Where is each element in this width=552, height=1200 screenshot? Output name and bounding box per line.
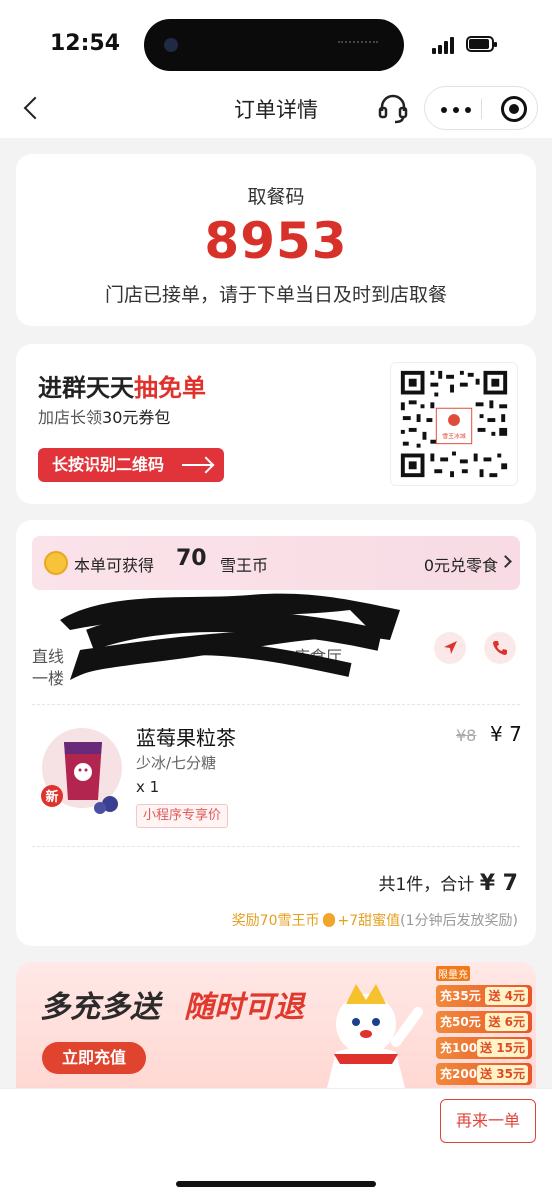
capsule-divider xyxy=(481,99,482,119)
reward-info: 奖励70雪王币 +7甜蜜值(1分钟后发放奖励) xyxy=(231,913,518,929)
divider xyxy=(32,846,520,847)
headset-icon[interactable] xyxy=(376,92,410,126)
coin-text: 本单可获得 xyxy=(74,556,155,575)
home-indicator[interactable] xyxy=(176,1181,376,1187)
current-price: ¥ 7 xyxy=(490,722,522,746)
camera-icon xyxy=(164,38,178,52)
group-subtitle: 加店长领30元券包 xyxy=(38,408,171,427)
tier-row: 充50元送 6元 xyxy=(436,1011,532,1033)
order-total: 共1件，合计 ¥ 7 xyxy=(378,871,518,896)
status-bar: 12:54 xyxy=(0,0,552,88)
navigate-button[interactable] xyxy=(434,632,466,664)
bottom-bar: 再来一单 xyxy=(0,1088,552,1200)
signal-icon xyxy=(432,36,458,54)
pickup-label: 取餐码 xyxy=(247,186,305,208)
product-image: 新 xyxy=(41,728,122,814)
nav-bar: 订单详情 xyxy=(0,80,552,138)
original-price: ¥8 xyxy=(456,726,477,745)
coin-unit: 雪王币 xyxy=(220,556,269,575)
redeem-snack-link[interactable]: 0元兑零食 xyxy=(424,552,498,576)
reorder-button[interactable]: 再来一单 xyxy=(440,1099,536,1143)
miniprogram-capsule xyxy=(424,86,538,130)
coin-amount: 70 xyxy=(176,546,207,571)
qr-code[interactable]: 雪王冰城 xyxy=(390,362,518,486)
recharge-banner[interactable]: 多充多送 随时可退 立即充值 限量充 充35元送 4元 充50元送 6元 充10… xyxy=(16,962,536,1088)
exclusive-price-tag: 小程序专享价 xyxy=(136,804,229,828)
tier-row: 充35元送 4元 xyxy=(436,985,532,1007)
product-spec: 少冰/七分糖 xyxy=(136,754,217,772)
recharge-button[interactable]: 立即充值 xyxy=(42,1042,146,1074)
phone-icon xyxy=(493,641,507,655)
pickup-code: 8953 xyxy=(204,212,348,270)
tiers-header: 限量充 xyxy=(436,966,470,981)
snow-king-mascot xyxy=(327,984,423,1088)
svg-text:雪王冰城: 雪王冰城 xyxy=(442,432,466,440)
divider xyxy=(32,704,520,705)
close-miniprogram-icon[interactable] xyxy=(501,96,527,122)
battery-icon xyxy=(466,36,497,52)
redaction-scribble xyxy=(60,593,400,680)
dynamic-island xyxy=(144,19,404,71)
tier-row: 充100元送 15元 xyxy=(436,1037,532,1059)
banner-title-right: 随时可退 xyxy=(184,990,304,1025)
navigation-icon xyxy=(444,641,457,654)
tier-row: 充200元送 35元 xyxy=(436,1063,532,1085)
pickup-card: 取餐码 8953 门店已接单，请于下单当日及时到店取餐 xyxy=(16,154,536,326)
banner-title-left: 多充多送 xyxy=(40,990,160,1025)
group-title: 进群天天抽免单 xyxy=(38,374,206,402)
honey-icon xyxy=(322,913,335,927)
arrow-right-icon xyxy=(182,464,212,466)
recharge-tiers: 限量充 充35元送 4元 充50元送 6元 充100元送 15元 充200元送 … xyxy=(436,966,532,1088)
status-time: 12:54 xyxy=(50,31,121,56)
product-quantity: x 1 xyxy=(136,778,160,796)
new-badge: 新 xyxy=(45,789,58,805)
scan-qr-button[interactable]: 长按识别二维码 xyxy=(38,448,224,482)
pickup-note: 门店已接单，请于下单当日及时到店取餐 xyxy=(104,284,447,306)
more-icon[interactable] xyxy=(441,107,471,113)
coin-icon xyxy=(44,551,68,575)
order-card: 本单可获得 70 雪王币 0元兑零食 直线 店食厅 一楼 新 蓝莓果粒茶 少冰/七… xyxy=(16,520,536,946)
group-card: 进群天天抽免单 加店长领30元券包 长按识别二维码 雪王冰城 xyxy=(16,344,536,504)
call-store-button[interactable] xyxy=(484,632,516,664)
chevron-right-icon xyxy=(499,555,512,568)
product-name: 蓝莓果粒茶 xyxy=(136,726,236,750)
activity-dots xyxy=(338,41,378,47)
